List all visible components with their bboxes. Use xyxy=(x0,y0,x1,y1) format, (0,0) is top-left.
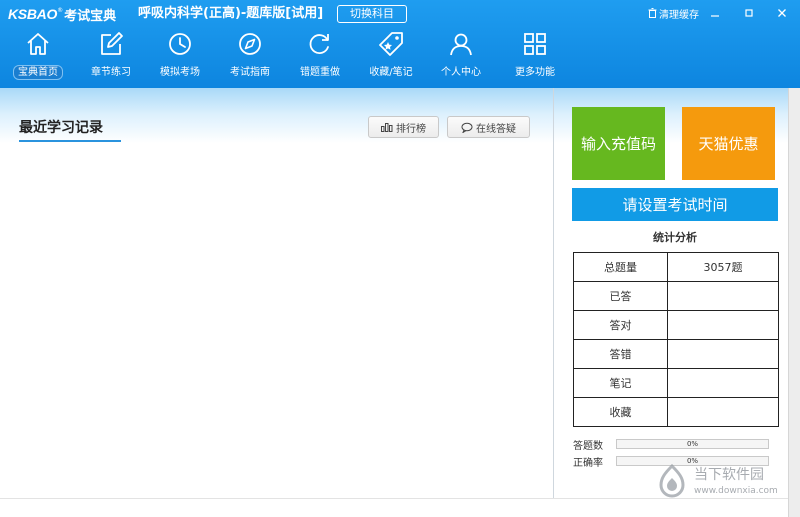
answered-count-label: 答题数 xyxy=(573,441,603,452)
clear-cache-label: 清理缓存 xyxy=(659,9,699,21)
stats-label: 已答 xyxy=(573,281,668,311)
answered-count-progress: 0% xyxy=(616,439,769,449)
stats-value: 3057题 xyxy=(667,252,779,282)
stats-label: 笔记 xyxy=(573,368,668,398)
nav-label: 收藏/笔记 xyxy=(369,67,413,78)
grid-icon xyxy=(521,30,549,58)
nav-item-personal-center[interactable]: 个人中心 xyxy=(430,28,492,84)
nav-item-exam-guide[interactable]: 考试指南 xyxy=(219,28,281,84)
stats-value xyxy=(667,339,779,369)
compass-icon xyxy=(236,30,264,58)
refresh-icon xyxy=(306,30,334,58)
title-bar: KSBAO ® 考试宝典 呼吸内科学(正高)-题库版[试用] 切换科目 清理缓存… xyxy=(0,0,800,88)
switch-subject-button[interactable]: 切换科目 xyxy=(337,5,407,23)
user-icon xyxy=(447,30,475,58)
watermark: 当下软件园 www.downxia.com xyxy=(654,462,788,502)
stats-row: 总题量 3057题 xyxy=(573,252,779,282)
home-icon xyxy=(24,30,52,58)
close-icon xyxy=(778,9,786,17)
tmall-discount-button[interactable]: 天猫优惠 xyxy=(682,107,775,180)
nav-item-favorites-notes[interactable]: 收藏/笔记 xyxy=(358,28,424,84)
window-scrollbar[interactable] xyxy=(788,88,800,517)
watermark-url: www.downxia.com xyxy=(694,486,778,496)
minimize-button[interactable] xyxy=(705,4,725,22)
stats-value xyxy=(667,368,779,398)
nav-label: 模拟考场 xyxy=(160,67,200,78)
accuracy-label: 正确率 xyxy=(573,458,603,469)
ranking-label: 排行榜 xyxy=(396,123,426,135)
nav-item-wrong-redo[interactable]: 错题重做 xyxy=(289,28,351,84)
stats-value xyxy=(667,281,779,311)
chat-icon xyxy=(461,122,473,133)
stats-title: 统计分析 xyxy=(653,231,697,244)
logo-chinese-name: 考试宝典 xyxy=(64,8,117,24)
stats-label: 收藏 xyxy=(573,397,668,427)
stats-value xyxy=(667,397,779,427)
stats-row: 收藏 xyxy=(573,397,779,427)
logo-registered-mark: ® xyxy=(57,6,64,14)
nav-label: 个人中心 xyxy=(441,67,481,78)
stats-row: 已答 xyxy=(573,281,779,311)
logo-ksbao: KSBAO xyxy=(8,6,58,22)
close-button[interactable] xyxy=(772,4,792,22)
nav-item-chapter-practice[interactable]: 章节练习 xyxy=(80,28,142,84)
app-title: 呼吸内科学(正高)-题库版[试用] xyxy=(138,6,324,21)
nav-item-mock-exam[interactable]: 模拟考场 xyxy=(149,28,211,84)
nav-label: 章节练习 xyxy=(91,67,131,78)
nav-item-more-functions[interactable]: 更多功能 xyxy=(504,28,566,84)
online-qa-label: 在线答疑 xyxy=(476,123,516,135)
bar-chart-icon xyxy=(381,123,393,132)
stats-table: 总题量 3057题 已答 答对 答错 笔记 收藏 xyxy=(573,252,779,427)
recharge-code-button[interactable]: 输入充值码 xyxy=(572,107,665,180)
stats-label: 总题量 xyxy=(573,252,668,282)
stats-row: 笔记 xyxy=(573,368,779,398)
section-title-underline xyxy=(19,140,121,142)
panel-divider xyxy=(553,88,554,498)
maximize-icon xyxy=(745,9,753,17)
ranking-button[interactable]: 排行榜 xyxy=(368,116,439,138)
nav-label: 错题重做 xyxy=(300,67,340,78)
progress-text: 0% xyxy=(686,440,699,448)
clear-cache-button[interactable]: 清理缓存 xyxy=(648,6,699,21)
section-title: 最近学习记录 xyxy=(19,120,103,136)
watermark-text: 当下软件园 xyxy=(694,467,764,483)
maximize-button[interactable] xyxy=(739,4,759,22)
stats-row: 答错 xyxy=(573,339,779,369)
watermark-logo-icon xyxy=(659,464,685,498)
clock-icon xyxy=(166,30,194,58)
stats-label: 答对 xyxy=(573,310,668,340)
app-logo: KSBAO ® 考试宝典 xyxy=(8,5,117,24)
recent-study-panel xyxy=(0,88,553,517)
edit-icon xyxy=(97,30,125,58)
main-nav: 宝典首页 章节练习 模拟考场 考试指南 错题重做 收藏/笔记 个人中心 更多功能 xyxy=(0,28,600,84)
nav-item-home[interactable]: 宝典首页 xyxy=(7,28,69,84)
stats-label: 答错 xyxy=(573,339,668,369)
nav-label: 更多功能 xyxy=(515,67,555,78)
stats-value xyxy=(667,310,779,340)
nav-label: 宝典首页 xyxy=(13,65,63,80)
set-exam-time-button[interactable]: 请设置考试时间 xyxy=(572,188,778,221)
trash-icon xyxy=(648,8,657,18)
online-qa-button[interactable]: 在线答疑 xyxy=(447,116,530,138)
tag-icon xyxy=(377,30,405,58)
minimize-icon xyxy=(711,15,719,17)
nav-label: 考试指南 xyxy=(230,67,270,78)
stats-row: 答对 xyxy=(573,310,779,340)
